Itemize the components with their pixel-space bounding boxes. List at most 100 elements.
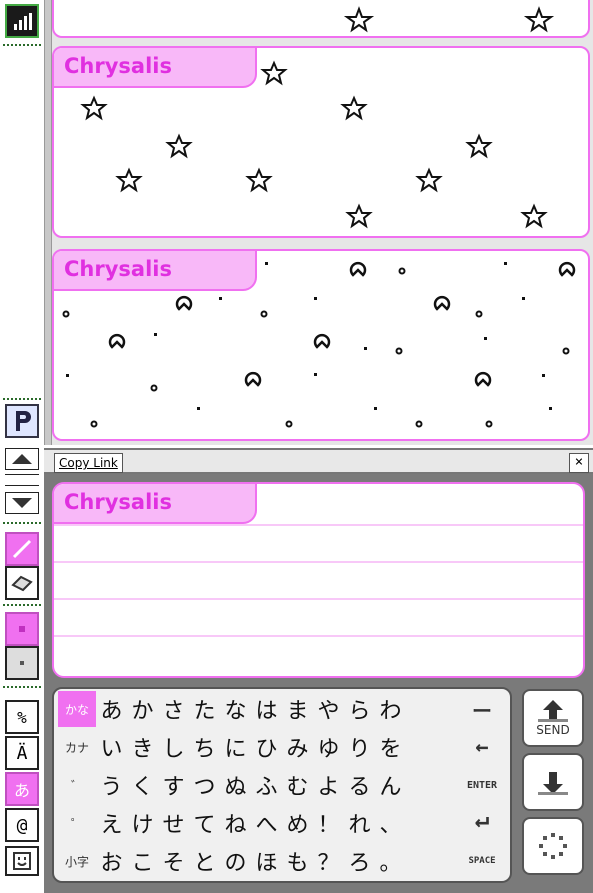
key[interactable]: ほ	[251, 843, 282, 879]
key[interactable]: ち	[189, 729, 220, 765]
toolbar-divider	[3, 398, 41, 400]
key[interactable]: わ	[375, 691, 406, 727]
send-icon	[538, 700, 568, 722]
kana-keyboard: かな あ か さ た な は ま や ら わ ー カナ い き し ち に ひ …	[52, 687, 512, 883]
eraser-icon[interactable]	[5, 566, 39, 600]
key[interactable]: か	[127, 691, 158, 727]
toolbar-divider	[3, 604, 41, 606]
key[interactable]: あ	[96, 691, 127, 727]
feed-rail	[44, 0, 52, 445]
key[interactable]: そ	[158, 843, 189, 879]
key[interactable]: お	[96, 843, 127, 879]
scroll-track[interactable]	[5, 474, 39, 486]
key[interactable]: し	[158, 729, 189, 765]
key[interactable]: を	[375, 729, 406, 765]
key[interactable]: せ	[158, 805, 189, 841]
long-vowel-key[interactable]: ー	[460, 691, 504, 727]
toolbar-divider	[3, 44, 41, 46]
key[interactable]: く	[127, 767, 158, 803]
key[interactable]: た	[189, 691, 220, 727]
copy-bar: Copy Link ×	[44, 448, 593, 474]
symbols-keyboard-icon[interactable]: @	[5, 808, 39, 842]
clear-icon	[539, 833, 567, 859]
key[interactable]: る	[344, 767, 375, 803]
mode-small-kana[interactable]: 小字	[58, 843, 96, 879]
key[interactable]: 、	[375, 805, 406, 841]
key[interactable]: つ	[189, 767, 220, 803]
key[interactable]: ぬ	[220, 767, 251, 803]
message-card: Chrysalis	[52, 46, 590, 238]
enter-key[interactable]: ENTER	[460, 767, 504, 803]
key[interactable]: の	[220, 843, 251, 879]
toolbar-divider	[3, 686, 41, 688]
small-pen-icon[interactable]	[5, 646, 39, 680]
key[interactable]: よ	[313, 767, 344, 803]
key[interactable]: ひ	[251, 729, 282, 765]
pencil-icon[interactable]	[5, 532, 39, 566]
message-partial	[52, 0, 590, 38]
key[interactable]: と	[189, 843, 220, 879]
scroll-down-icon[interactable]	[5, 492, 39, 514]
chat-feed[interactable]: Chrysalis Chrysalis	[52, 0, 593, 445]
clear-button[interactable]	[522, 817, 584, 875]
copy-down-button[interactable]	[522, 753, 584, 811]
latin-keyboard-icon[interactable]: %	[5, 700, 39, 734]
key[interactable]: ろ	[344, 843, 375, 879]
emoticon-keyboard-icon[interactable]	[5, 846, 39, 876]
key[interactable]: ふ	[251, 767, 282, 803]
key[interactable]: な	[220, 691, 251, 727]
copy-link-button[interactable]: Copy Link	[54, 453, 123, 473]
key[interactable]: ら	[344, 691, 375, 727]
key[interactable]: さ	[158, 691, 189, 727]
key[interactable]: う	[96, 767, 127, 803]
mode-hiragana[interactable]: かな	[58, 691, 96, 727]
key[interactable]: れ	[344, 805, 375, 841]
enter-icon[interactable]: ↵	[460, 801, 504, 837]
key[interactable]: こ	[127, 843, 158, 879]
mode-katakana[interactable]: カナ	[58, 729, 96, 765]
big-pen-icon[interactable]	[5, 612, 39, 646]
key[interactable]: は	[251, 691, 282, 727]
pictochat-p-icon[interactable]	[5, 404, 39, 438]
key[interactable]: す	[158, 767, 189, 803]
scroll-up-icon[interactable]	[5, 448, 39, 470]
backspace-icon[interactable]: ←	[460, 729, 504, 765]
key[interactable]: ま	[282, 691, 313, 727]
key[interactable]: ん	[375, 767, 406, 803]
mode-dakuten[interactable]: ゛	[58, 767, 96, 803]
send-button[interactable]: SEND	[522, 689, 584, 747]
close-button[interactable]: ×	[569, 453, 589, 473]
key[interactable]: て	[189, 805, 220, 841]
key[interactable]: ね	[220, 805, 251, 841]
kana-keyboard-icon[interactable]: あ	[5, 772, 39, 806]
key[interactable]: い	[96, 729, 127, 765]
space-key[interactable]: SPACE	[460, 843, 504, 879]
key[interactable]: む	[282, 767, 313, 803]
mode-handakuten[interactable]: ゜	[58, 805, 96, 841]
ruled-line	[54, 524, 583, 526]
left-toolbar: % Ä あ @	[0, 0, 44, 893]
key[interactable]: り	[344, 729, 375, 765]
key[interactable]: ！	[313, 805, 344, 841]
key[interactable]: 。	[375, 843, 406, 879]
drawing-canvas[interactable]: Chrysalis	[52, 482, 585, 678]
key[interactable]: や	[313, 691, 344, 727]
accents-keyboard-icon[interactable]: Ä	[5, 736, 39, 770]
key[interactable]: ？	[313, 843, 344, 879]
key[interactable]: み	[282, 729, 313, 765]
key[interactable]: け	[127, 805, 158, 841]
toolbar-divider	[3, 522, 41, 524]
key[interactable]: え	[96, 805, 127, 841]
key[interactable]: に	[220, 729, 251, 765]
ruled-line	[54, 635, 583, 637]
key[interactable]: も	[282, 843, 313, 879]
key[interactable]: め	[282, 805, 313, 841]
signal-icon	[5, 4, 39, 38]
compose-sender-name: Chrysalis	[54, 484, 257, 524]
message-card: Chrysalis	[52, 249, 590, 441]
ruled-line	[54, 598, 583, 600]
key[interactable]: へ	[251, 805, 282, 841]
key[interactable]: き	[127, 729, 158, 765]
bubbles-doodle	[62, 261, 576, 428]
key[interactable]: ゆ	[313, 729, 344, 765]
